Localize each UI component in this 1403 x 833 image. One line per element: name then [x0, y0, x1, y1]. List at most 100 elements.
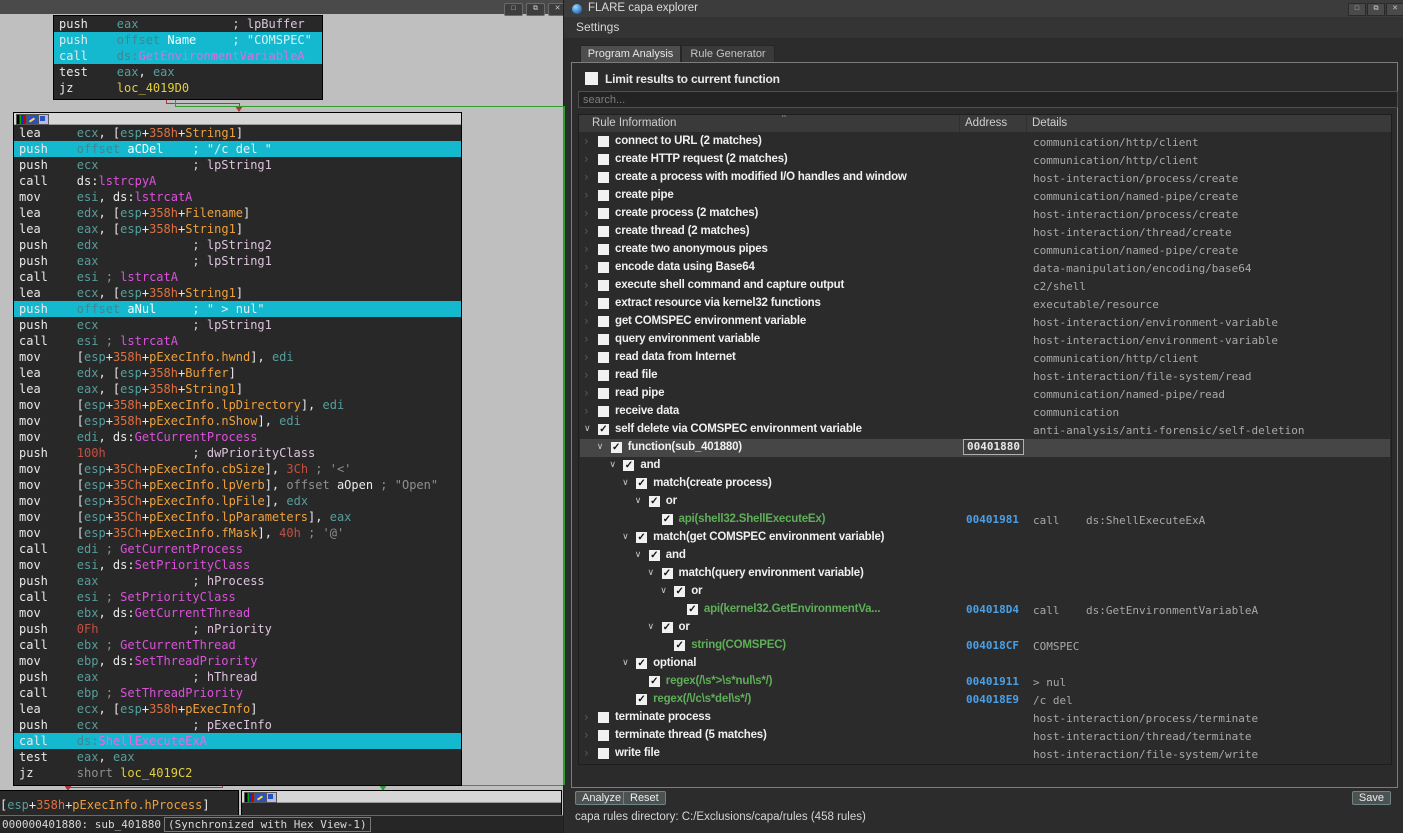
row-checkbox[interactable]: [598, 190, 609, 201]
table-header[interactable]: Rule Information ^ Address Details: [579, 115, 1391, 133]
collapse-chevron-icon[interactable]: ∨: [660, 586, 667, 596]
analyze-button[interactable]: Analyze: [575, 791, 628, 805]
chart-icon[interactable]: [38, 114, 49, 125]
asm-line[interactable]: mov [esp+35Ch+pExecInfo.cbSize], 3Ch ; '…: [14, 461, 461, 477]
rule-row[interactable]: ›query environment variablehost-interact…: [580, 331, 1390, 349]
expand-chevron-icon[interactable]: ›: [584, 332, 589, 346]
asm-line[interactable]: push offset aCDel ; "/c del ": [14, 141, 461, 157]
asm-line[interactable]: mov ebp, ds:SetThreadPriority: [14, 653, 461, 669]
asm-line[interactable]: jz loc_4019D0: [54, 80, 322, 96]
row-checkbox[interactable]: ✓: [662, 514, 673, 525]
row-checkbox[interactable]: [598, 334, 609, 345]
rule-row[interactable]: ∨✓optional: [580, 655, 1390, 673]
rule-row[interactable]: ›create pipecommunication/named-pipe/cre…: [580, 187, 1390, 205]
row-checkbox[interactable]: ✓: [636, 658, 647, 669]
asm-line[interactable]: mov [esp+35Ch+pExecInfo.lpFile], edx: [14, 493, 461, 509]
expand-chevron-icon[interactable]: ›: [584, 188, 589, 202]
rule-row[interactable]: ∨✓match(create process): [580, 475, 1390, 493]
asm-line[interactable]: push 0Fh ; nPriority: [14, 621, 461, 637]
asm-line[interactable]: push ecx ; pExecInfo: [14, 717, 461, 733]
asm-line[interactable]: push offset aNul ; " > nul": [14, 301, 461, 317]
asm-line[interactable]: mov edi, ds:GetCurrentProcess: [14, 429, 461, 445]
asm-line[interactable]: call ebx ; GetCurrentThread: [14, 637, 461, 653]
maximize-icon[interactable]: □: [1348, 3, 1366, 16]
collapse-chevron-icon[interactable]: ∨: [597, 442, 604, 452]
float-window-icon[interactable]: ⧉: [1367, 3, 1385, 16]
row-checkbox[interactable]: ✓: [636, 478, 647, 489]
edit-icon[interactable]: [27, 114, 38, 125]
maximize-icon[interactable]: □: [504, 3, 523, 16]
collapse-chevron-icon[interactable]: ∨: [622, 478, 629, 488]
expand-chevron-icon[interactable]: ›: [584, 152, 589, 166]
expand-chevron-icon[interactable]: ›: [584, 314, 589, 328]
rule-row[interactable]: ∨✓match(query environment variable): [580, 565, 1390, 583]
row-checkbox[interactable]: [598, 298, 609, 309]
asm-line[interactable]: mov [esp+358h+pExecInfo.nShow], edi: [14, 413, 461, 429]
row-checkbox[interactable]: [598, 730, 609, 741]
rule-row[interactable]: ›terminate processhost-interaction/proce…: [580, 709, 1390, 727]
asm-line[interactable]: push eax ; hProcess: [14, 573, 461, 589]
rule-row[interactable]: ›read data from Internetcommunication/ht…: [580, 349, 1390, 367]
collapse-chevron-icon[interactable]: ∨: [622, 658, 629, 668]
asm-line[interactable]: push ecx ; lpString1: [14, 157, 461, 173]
rule-row[interactable]: ›create process (2 matches)host-interact…: [580, 205, 1390, 223]
expand-chevron-icon[interactable]: ›: [584, 296, 589, 310]
asm-line[interactable]: push offset Name ; "COMSPEC": [54, 32, 322, 48]
collapse-chevron-icon[interactable]: ∨: [648, 622, 655, 632]
search-input[interactable]: [578, 91, 1398, 108]
row-checkbox[interactable]: [598, 208, 609, 219]
rule-row[interactable]: ›terminate thread (5 matches)host-intera…: [580, 727, 1390, 745]
expand-chevron-icon[interactable]: ›: [584, 350, 589, 364]
row-checkbox[interactable]: [598, 226, 609, 237]
collapse-chevron-icon[interactable]: ∨: [635, 550, 642, 560]
rule-row[interactable]: ›get COMSPEC environment variablehost-in…: [580, 313, 1390, 331]
row-checkbox[interactable]: [598, 172, 609, 183]
row-checkbox[interactable]: ✓: [662, 568, 673, 579]
collapse-chevron-icon[interactable]: ∨: [635, 496, 642, 506]
row-checkbox[interactable]: ✓: [687, 604, 698, 615]
collapse-chevron-icon[interactable]: ∨: [584, 424, 591, 434]
asm-line[interactable]: mov esi, ds:lstrcatA: [14, 189, 461, 205]
asm-line[interactable]: lea ecx, [esp+358h+String1]: [14, 285, 461, 301]
capa-titlebar[interactable]: FLARE capa explorer □ ⧉ ✕: [564, 0, 1403, 17]
rule-row[interactable]: ∨✓or: [580, 619, 1390, 637]
expand-chevron-icon[interactable]: ›: [584, 386, 589, 400]
column-rule-information[interactable]: Rule Information: [592, 117, 676, 129]
asm-line[interactable]: mov [esp+35Ch+pExecInfo.lpParameters], e…: [14, 509, 461, 525]
row-checkbox[interactable]: ✓: [649, 496, 660, 507]
asm-line[interactable]: lea edx, [esp+358h+Filename]: [14, 205, 461, 221]
float-window-icon[interactable]: ⧉: [526, 3, 545, 16]
rule-row[interactable]: ∨✓or: [580, 493, 1390, 511]
rule-row[interactable]: ›execute shell command and capture outpu…: [580, 277, 1390, 295]
rule-row[interactable]: ∨✓match(get COMSPEC environment variable…: [580, 529, 1390, 547]
rule-row[interactable]: ›create two anonymous pipescommunication…: [580, 241, 1390, 259]
asm-line[interactable]: mov ebx, ds:GetCurrentThread: [14, 605, 461, 621]
expand-chevron-icon[interactable]: ›: [584, 206, 589, 220]
asm-line[interactable]: mov esi, ds:SetPriorityClass: [14, 557, 461, 573]
collapse-chevron-icon[interactable]: ∨: [648, 568, 655, 578]
asm-line[interactable]: call ds:ShellExecuteExA: [14, 733, 461, 749]
row-checkbox[interactable]: ✓: [598, 424, 609, 435]
rule-row[interactable]: ›read pipecommunication/named-pipe/read: [580, 385, 1390, 403]
rule-row[interactable]: ∨✓and: [580, 457, 1390, 475]
row-checkbox[interactable]: ✓: [649, 676, 660, 687]
close-icon[interactable]: ✕: [1386, 3, 1403, 16]
row-checkbox[interactable]: [598, 136, 609, 147]
expand-chevron-icon[interactable]: ›: [584, 404, 589, 418]
expand-chevron-icon[interactable]: ›: [584, 242, 589, 256]
row-checkbox[interactable]: ✓: [636, 694, 647, 705]
rule-row[interactable]: ›extract resource via kernel32 functions…: [580, 295, 1390, 313]
expand-chevron-icon[interactable]: ›: [584, 710, 589, 724]
expand-chevron-icon[interactable]: ›: [584, 224, 589, 238]
expand-chevron-icon[interactable]: ›: [584, 728, 589, 742]
asm-line[interactable]: push edx ; lpString2: [14, 237, 461, 253]
edit-icon[interactable]: [255, 792, 266, 803]
asm-line[interactable]: push eax ; lpBuffer: [54, 16, 322, 32]
menu-settings[interactable]: Settings: [576, 20, 619, 34]
rule-row[interactable]: ✓api(shell32.ShellExecuteEx)00401981call…: [580, 511, 1390, 529]
expand-chevron-icon[interactable]: ›: [584, 260, 589, 274]
rule-row[interactable]: ✓api(kernel32.GetEnvironmentVa...004018D…: [580, 601, 1390, 619]
asm-line[interactable]: test eax, eax: [54, 64, 322, 80]
rule-row[interactable]: ›connect to URL (2 matches)communication…: [580, 133, 1390, 151]
row-checkbox[interactable]: ✓: [636, 532, 647, 543]
